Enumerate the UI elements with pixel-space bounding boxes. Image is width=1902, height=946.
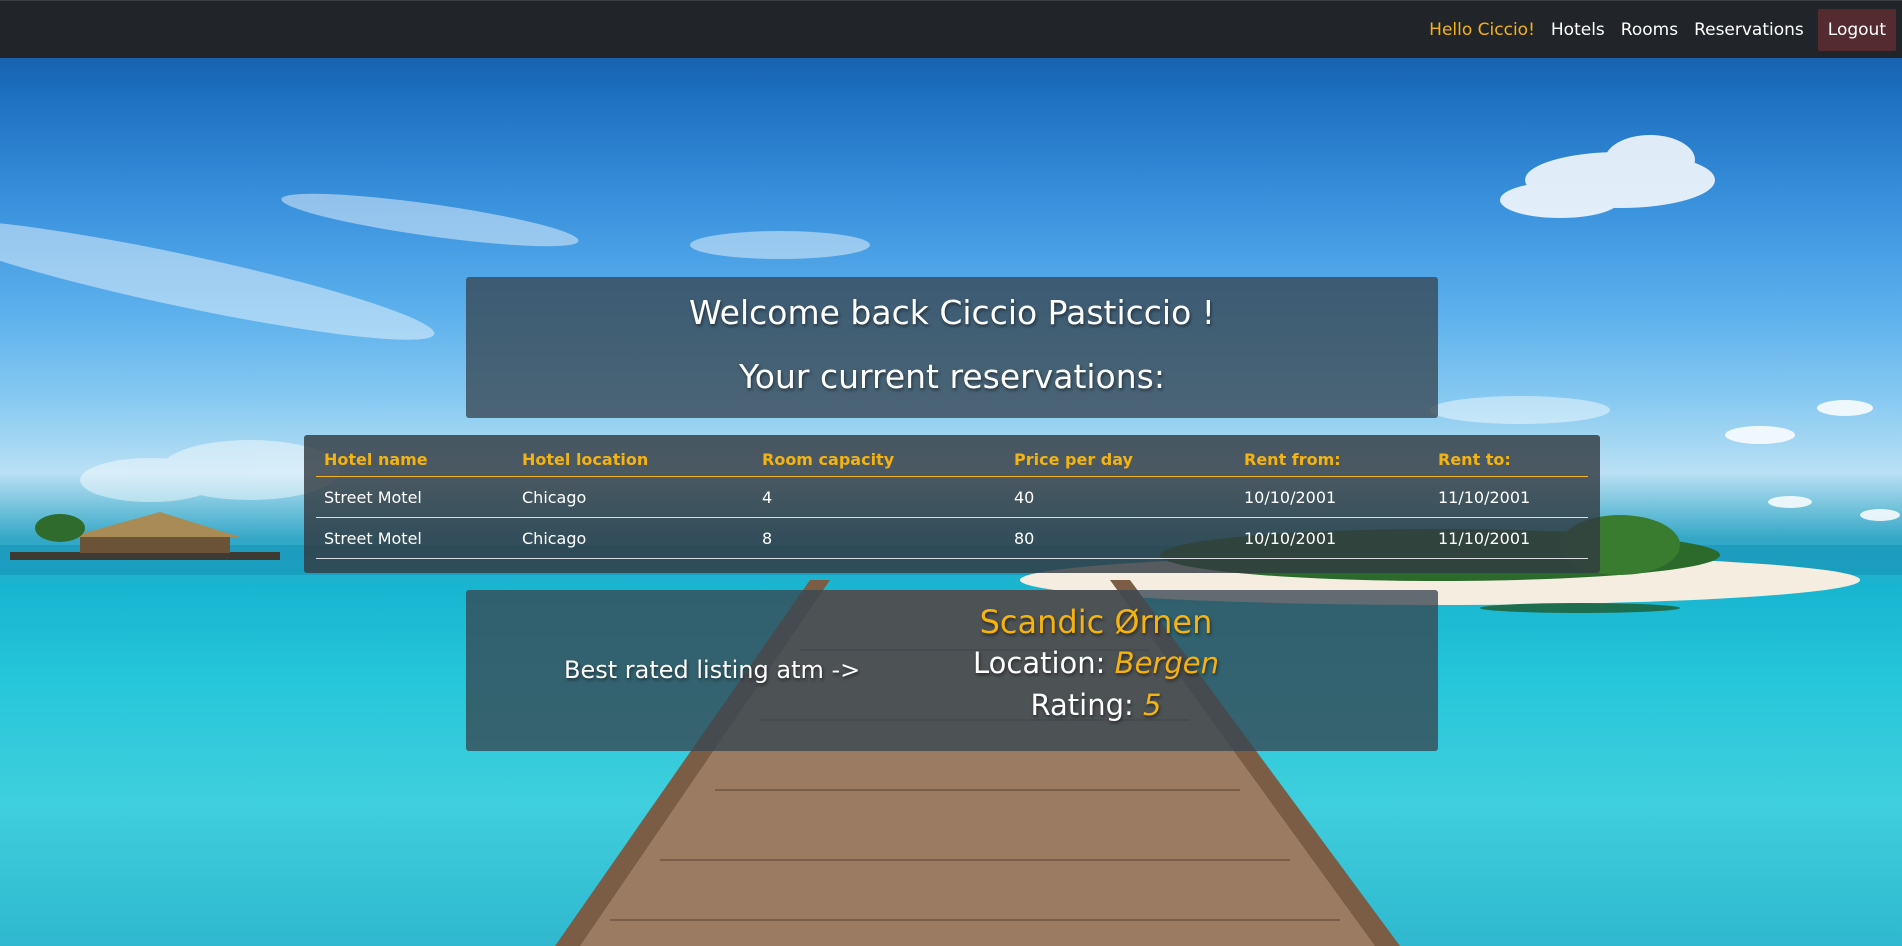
best-hotel-location: Location: Bergen bbox=[896, 642, 1296, 684]
column-header-rent-to: Rent to: bbox=[1430, 442, 1588, 477]
column-header-rent-from: Rent from: bbox=[1236, 442, 1430, 477]
table-row: Street Motel Chicago 8 80 10/10/2001 11/… bbox=[316, 517, 1588, 559]
nav-link-reservations[interactable]: Reservations bbox=[1686, 9, 1812, 51]
cell-hotel-location: Chicago bbox=[514, 476, 754, 518]
welcome-panel: Welcome back Ciccio Pasticcio ! Your cur… bbox=[466, 277, 1438, 418]
column-header-price-per-day: Price per day bbox=[1006, 442, 1236, 477]
location-value: Bergen bbox=[1114, 646, 1219, 680]
reservations-table: Hotel name Hotel location Room capacity … bbox=[316, 442, 1588, 559]
cell-rent-to: 11/10/2001 bbox=[1430, 517, 1588, 559]
cell-hotel-name: Street Motel bbox=[316, 476, 514, 518]
table-row: Street Motel Chicago 4 40 10/10/2001 11/… bbox=[316, 476, 1588, 518]
best-hotel-info: Scandic Ørnen Location: Bergen Rating: 5 bbox=[896, 602, 1296, 726]
best-listing-label: Best rated listing atm -> bbox=[564, 656, 861, 684]
logout-button[interactable]: Logout bbox=[1817, 9, 1896, 51]
nav-items: Hello Ciccio! Hotels Rooms Reservations … bbox=[1421, 9, 1896, 51]
cell-room-capacity: 4 bbox=[754, 476, 1006, 518]
nav-link-rooms[interactable]: Rooms bbox=[1613, 9, 1686, 51]
column-header-hotel-location: Hotel location bbox=[514, 442, 754, 477]
best-listing-panel: Best rated listing atm -> Scandic Ørnen … bbox=[466, 590, 1438, 751]
cell-rent-from: 10/10/2001 bbox=[1236, 476, 1430, 518]
cell-rent-from: 10/10/2001 bbox=[1236, 517, 1430, 559]
cell-room-capacity: 8 bbox=[754, 517, 1006, 559]
location-label: Location: bbox=[973, 646, 1106, 680]
cell-hotel-name: Street Motel bbox=[316, 517, 514, 559]
column-header-hotel-name: Hotel name bbox=[316, 442, 514, 477]
column-header-room-capacity: Room capacity bbox=[754, 442, 1006, 477]
cell-hotel-location: Chicago bbox=[514, 517, 754, 559]
greeting-text: Hello Ciccio! bbox=[1429, 20, 1535, 40]
top-navbar: Hello Ciccio! Hotels Rooms Reservations … bbox=[0, 0, 1902, 58]
rating-value: 5 bbox=[1143, 688, 1162, 722]
nav-link-hotels[interactable]: Hotels bbox=[1543, 9, 1613, 51]
cell-price-per-day: 40 bbox=[1006, 476, 1236, 518]
cell-price-per-day: 80 bbox=[1006, 517, 1236, 559]
reservations-table-panel: Hotel name Hotel location Room capacity … bbox=[304, 435, 1600, 573]
table-header-row: Hotel name Hotel location Room capacity … bbox=[316, 442, 1588, 477]
best-hotel-name: Scandic Ørnen bbox=[979, 603, 1213, 641]
rating-label: Rating: bbox=[1030, 688, 1134, 722]
reservations-heading: Your current reservations: bbox=[739, 357, 1165, 396]
welcome-heading: Welcome back Ciccio Pasticcio ! bbox=[688, 293, 1215, 332]
best-hotel-rating: Rating: 5 bbox=[896, 684, 1296, 726]
cell-rent-to: 11/10/2001 bbox=[1430, 476, 1588, 518]
